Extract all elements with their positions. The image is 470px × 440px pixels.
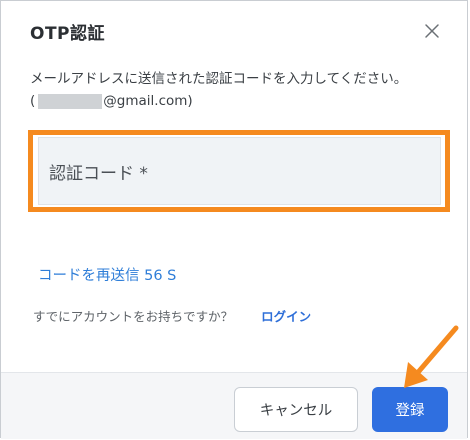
resend-countdown: 56 S: [144, 268, 177, 284]
dialog-footer: キャンセル 登録: [1, 372, 467, 439]
email-display: ( @gmail.com): [30, 93, 193, 109]
resend-code-link[interactable]: コードを再送信 56 S: [38, 264, 176, 285]
instruction-text: メールアドレスに送信された認証コードを入力してください。: [30, 71, 408, 87]
otp-dialog: OTP認証 メールアドレスに送信された認証コードを入力してください。 ( @gm…: [0, 0, 468, 439]
email-suffix: @gmail.com): [103, 93, 193, 109]
register-button[interactable]: 登録: [372, 387, 448, 432]
email-open-paren: (: [30, 93, 36, 109]
otp-code-placeholder: 認証コード *: [49, 163, 148, 184]
account-question: すでにアカウントをお持ちですか？: [33, 309, 234, 324]
email-redaction: [38, 93, 103, 109]
cancel-button[interactable]: キャンセル: [234, 387, 358, 432]
dialog-title: OTP認証: [30, 24, 106, 44]
resend-label: コードを再送信: [38, 268, 140, 284]
close-icon[interactable]: [420, 19, 444, 43]
otp-code-input[interactable]: 認証コード *: [38, 137, 441, 205]
account-row: すでにアカウントをお持ちですか？ ログイン: [33, 306, 311, 325]
login-link[interactable]: ログイン: [261, 306, 311, 325]
